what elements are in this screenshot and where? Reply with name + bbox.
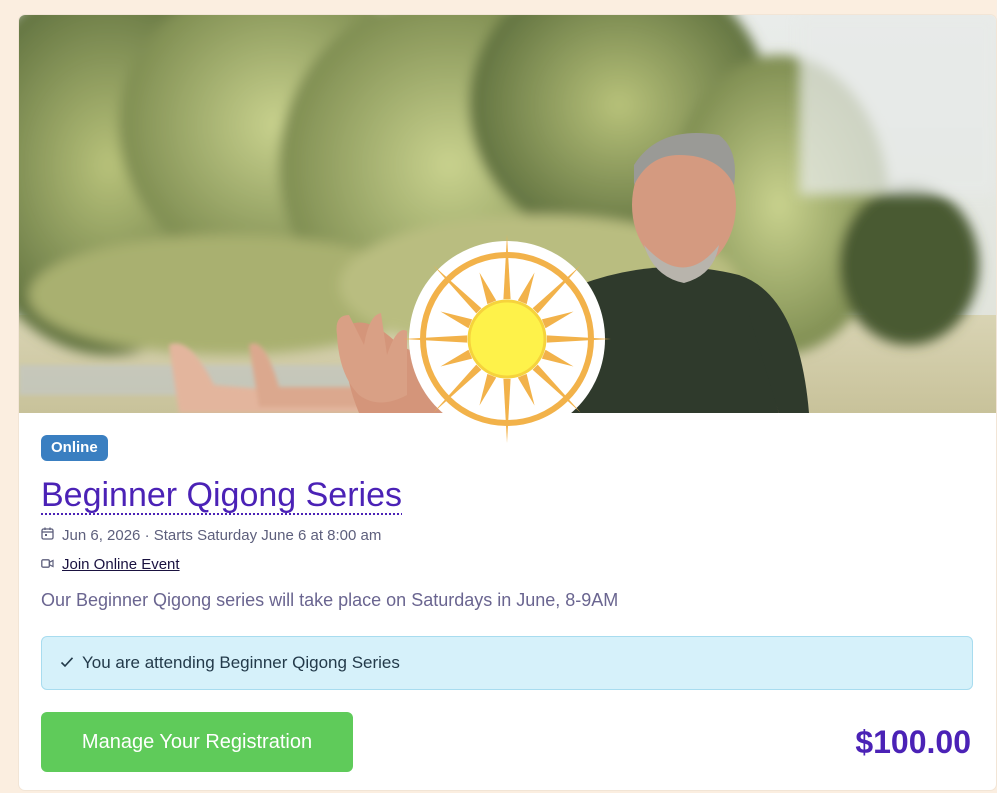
page: Online Beginner Qigong Series Jun 6, 202… (0, 0, 997, 793)
event-details: Online Beginner Qigong Series Jun 6, 202… (41, 435, 975, 772)
attending-notice-text: You are attending Beginner Qigong Series (82, 653, 400, 672)
calendar-icon (41, 527, 54, 544)
sun-ray (440, 349, 473, 367)
sun-ray (517, 373, 535, 406)
check-icon (60, 653, 74, 673)
sun-ray (479, 373, 497, 406)
sun-ray (541, 311, 574, 329)
sun-logo (403, 235, 611, 443)
manage-registration-button[interactable]: Manage Your Registration (41, 712, 353, 772)
video-camera-icon (41, 556, 54, 573)
sun-ray (503, 378, 511, 443)
event-card: Online Beginner Qigong Series Jun 6, 202… (19, 15, 996, 790)
attending-notice: You are attending Beginner Qigong Series (41, 636, 973, 690)
sun-ray (503, 235, 511, 300)
online-event-row: Join Online Event (41, 554, 975, 574)
sun-ray (541, 349, 574, 367)
sun-ray (546, 335, 611, 343)
join-online-event-link[interactable]: Join Online Event (62, 556, 180, 573)
event-date-text: Jun 6, 2026 · Starts Saturday June 6 at … (62, 526, 382, 544)
event-description: Our Beginner Qigong series will take pla… (41, 590, 619, 610)
registration-footer: Manage Your Registration $100.00 (41, 712, 973, 772)
sun-ray (479, 272, 497, 305)
event-title-link[interactable]: Beginner Qigong Series (41, 475, 402, 515)
online-badge: Online (41, 435, 108, 461)
sun-ray (517, 272, 535, 305)
sun-ray (440, 311, 473, 329)
event-price: $100.00 (855, 723, 971, 760)
sun-ray (403, 335, 468, 343)
event-date-line: Jun 6, 2026 · Starts Saturday June 6 at … (41, 525, 975, 545)
